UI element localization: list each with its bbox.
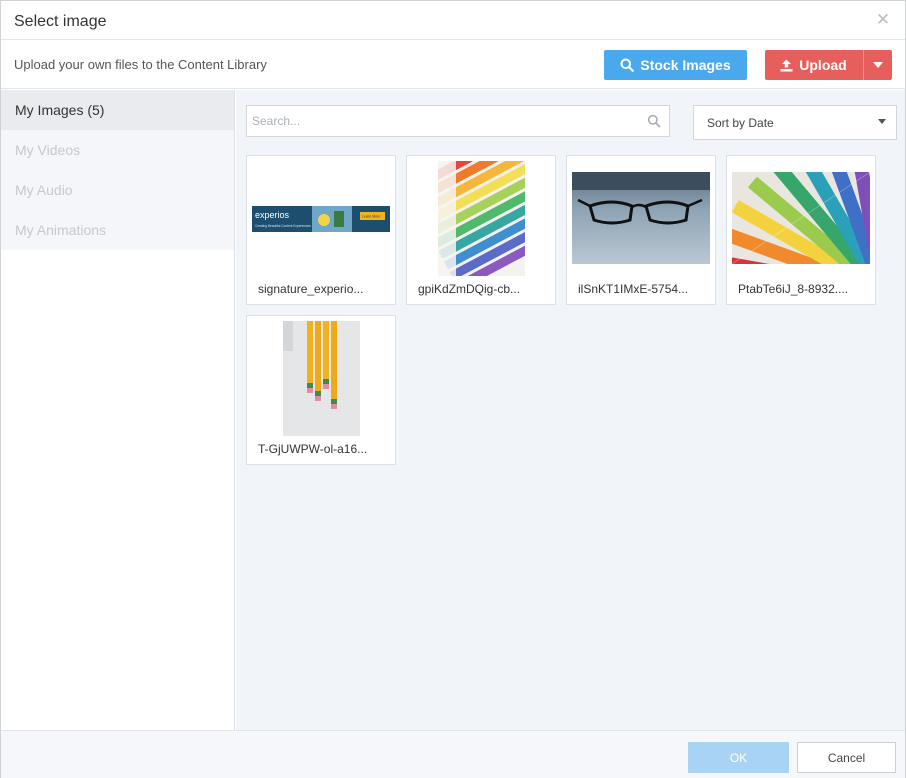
search-icon[interactable]	[647, 114, 661, 128]
upload-split-button: Upload	[765, 50, 892, 80]
image-thumbnail-rainbow-papers	[438, 161, 525, 276]
image-thumbnail-color-swatch	[732, 172, 870, 264]
library-sidebar: My Images (5) My Videos My Audio My Anim…	[1, 90, 235, 730]
stock-images-button[interactable]: Stock Images	[604, 50, 747, 80]
caret-down-icon	[873, 62, 883, 68]
sidebar-item-my-audio[interactable]: My Audio	[1, 170, 234, 210]
dialog-titlebar: Select image ✕	[1, 1, 905, 40]
upload-options-toggle[interactable]	[864, 50, 892, 80]
search-input[interactable]	[247, 106, 642, 136]
cancel-button[interactable]: Cancel	[797, 742, 896, 773]
image-filename: signature_experio...	[258, 282, 364, 296]
banner-button-text: Learn More	[362, 215, 380, 219]
dialog-toolbar: Upload your own files to the Content Lib…	[1, 41, 905, 89]
upload-icon	[780, 59, 793, 71]
image-thumbnail-eyeglasses	[572, 172, 710, 264]
sort-selected-value: Sort by Date	[707, 116, 774, 130]
image-tile[interactable]: experios Creating Beautiful Content Expe…	[246, 155, 396, 305]
image-filename: ilSnKT1IMxE-5754...	[578, 282, 689, 296]
chevron-down-icon	[878, 119, 886, 124]
sidebar-item-my-images[interactable]: My Images (5)	[1, 90, 234, 130]
image-library-panel: Sort by Date experios Creating Beautiful…	[236, 90, 905, 730]
stock-images-label: Stock Images	[640, 57, 731, 73]
upload-hint-text: Upload your own files to the Content Lib…	[14, 57, 267, 72]
search-icon	[620, 58, 635, 72]
banner-logo-text: experios	[255, 210, 290, 220]
image-tile[interactable]: gpiKdZmDQig-cb...	[406, 155, 556, 305]
search-box	[246, 105, 670, 137]
image-tile[interactable]: ilSnKT1IMxE-5754...	[566, 155, 716, 305]
image-tile[interactable]: T-GjUWPW-ol-a16...	[246, 315, 396, 465]
image-tile[interactable]: PtabTe6iJ_8-8932....	[726, 155, 876, 305]
dialog-title: Select image	[14, 13, 107, 30]
image-filename: PtabTe6iJ_8-8932....	[738, 282, 849, 296]
sort-dropdown[interactable]: Sort by Date	[693, 105, 897, 140]
image-filename: gpiKdZmDQig-cb...	[418, 282, 521, 296]
image-filename: T-GjUWPW-ol-a16...	[258, 442, 368, 456]
dialog-footer: OK Cancel	[1, 730, 905, 778]
image-thumbnail-experios-banner: experios Creating Beautiful Content Expe…	[252, 206, 390, 232]
sidebar-item-my-animations[interactable]: My Animations	[1, 210, 234, 250]
banner-tagline-text: Creating Beautiful Content Experiences	[255, 224, 311, 228]
upload-button[interactable]: Upload	[765, 50, 862, 80]
close-icon[interactable]: ✕	[875, 11, 891, 29]
select-image-dialog: Select image ✕ Upload your own files to …	[0, 0, 906, 778]
upload-label: Upload	[799, 57, 847, 73]
ok-button[interactable]: OK	[688, 742, 789, 773]
image-thumbnail-yellow-pencils	[283, 321, 360, 436]
sidebar-menu: My Images (5) My Videos My Audio My Anim…	[1, 90, 234, 250]
sidebar-item-my-videos[interactable]: My Videos	[1, 130, 234, 170]
